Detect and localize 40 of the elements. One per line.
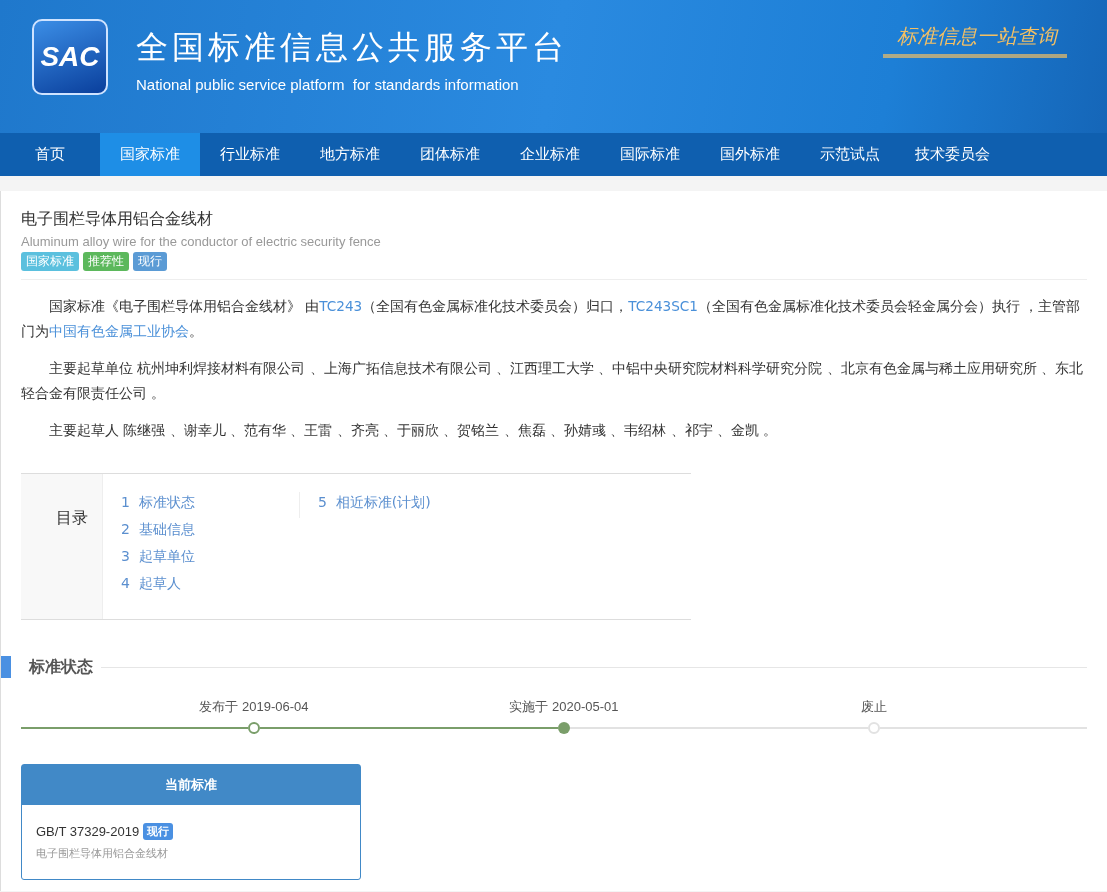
nav-tab[interactable]: 地方标准 [300,133,400,176]
paragraph: 主要起草人 陈继强 、谢幸儿 、范有华 、王雷 、齐亮 、于丽欣 、贺铭兰 、焦磊 、孙婧彧 、韦绍林 、祁宇 、金凯 。 [48,421,779,440]
link[interactable]: 中国有色金属工业协会 [49,323,189,339]
toc-link[interactable]: 2 基础信息 [121,519,299,540]
nav-tab[interactable]: 企业标准 [500,133,600,176]
toc-link[interactable]: 5 相近标准(计划) [318,492,431,513]
link[interactable]: TC243 [319,298,363,314]
tag: 现行 [133,252,167,271]
paragraph: 国家标准《电子围栏导体用铝合金线材》 由TC243（全国有色金属标准化技术委员会）归口，TC243SC1（全国有色金属标准化技术委员会轻金属分会）执行 ，主管部门为中国有色金属工业协会。 [21,297,1082,341]
nav-tab[interactable]: 国外标准 [700,133,800,176]
toc-link[interactable]: 4 起草人 [121,573,299,594]
nav-tab[interactable]: 团体标准 [400,133,500,176]
section-marker [1,656,11,678]
card-heading: 当前标准 [22,765,360,805]
status-badge: 现行 [143,823,174,840]
standard-title: 电子围栏导体用铝合金线材 [21,209,214,230]
toc-link[interactable]: 3 起草单位 [121,546,299,567]
site-subtitle: National public service platform for standards information [136,76,520,93]
standard-name: 电子围栏导体用铝合金线材 [36,846,169,861]
timeline-label: 发布于 2019-06-04 [199,698,309,716]
paragraph: 主要起草单位 杭州坤利焊接材料有限公司 、上海广拓信息技术有限公司 、江西理工大学 、中铝中央研究院材料科学研究分院 、北京有色金属与稀土应用研究所 、东北轻合金有限责任公司 。 [21,359,1084,403]
tag: 国家标准 [21,252,79,271]
timeline-label: 实施于 2020-05-01 [509,698,619,716]
nav-tab[interactable]: 行业标准 [200,133,300,176]
tag: 推荐性 [83,252,129,271]
toc-label: 目录 [21,474,103,619]
logo-icon[interactable]: SAC [32,18,108,95]
section-title: 标准状态 [29,656,93,678]
toc-link[interactable]: 1 标准状态 [121,492,299,513]
standard-code[interactable]: GB/T 37329-2019 [36,824,140,839]
slogan: 标准信息一站查询 [883,23,1067,58]
standard-english-title: Aluminum alloy wire for the conductor of electric security fence [21,234,382,249]
nav-tab[interactable]: 首页 [0,133,100,176]
nav-tab[interactable]: 示范试点 [800,133,900,176]
timeline-label: 废止 [861,698,887,716]
link[interactable]: TC243SC1 [628,298,698,314]
nav-tab[interactable]: 技术委员会 [900,133,1005,176]
site-title: 全国标准信息公共服务平台 [136,27,568,68]
nav-tab[interactable]: 国际标准 [600,133,700,176]
nav-tab[interactable]: 国家标准 [100,133,200,176]
